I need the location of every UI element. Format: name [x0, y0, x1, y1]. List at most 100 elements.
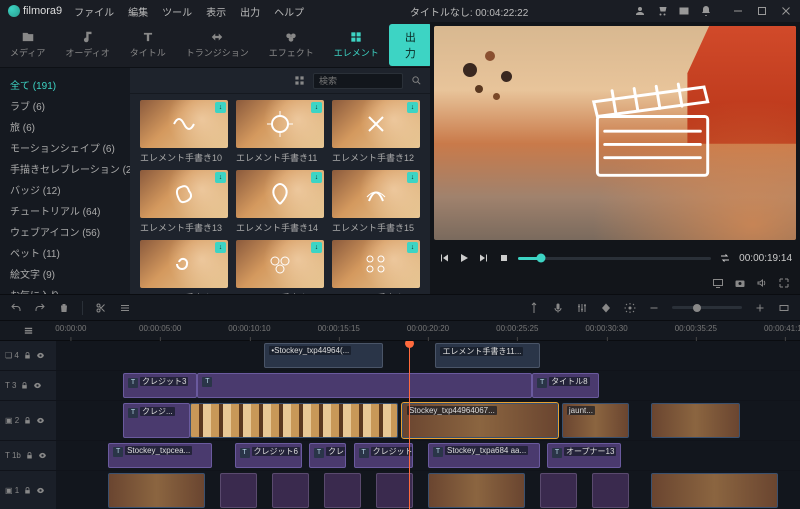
download-icon[interactable] — [215, 172, 226, 183]
sidebar-item[interactable]: バッジ (12) — [0, 179, 130, 200]
zoom-slider[interactable] — [672, 306, 742, 309]
loop-icon[interactable] — [719, 252, 731, 264]
download-icon[interactable] — [311, 172, 322, 183]
clip-title[interactable]: タイトル8 — [532, 373, 599, 398]
clip-trans[interactable] — [540, 473, 577, 508]
element-item[interactable]: エレメント手書き15 — [332, 170, 420, 234]
marker-icon[interactable] — [528, 302, 540, 314]
grid-view-icon[interactable] — [294, 75, 305, 86]
clip-trans[interactable] — [324, 473, 361, 508]
element-item[interactable]: エレメント手書き12 — [332, 100, 420, 164]
sidebar-all[interactable]: 全て (191) — [0, 74, 130, 95]
record-icon[interactable] — [552, 302, 564, 314]
clip-elem[interactable]: •Stockey_txp44964(... — [264, 343, 383, 368]
volume-icon[interactable] — [756, 277, 768, 289]
element-item[interactable]: エレメント手書き18 — [332, 240, 420, 294]
eye-icon[interactable] — [38, 451, 47, 460]
search-input[interactable] — [313, 73, 403, 89]
tab-audio[interactable]: オーディオ — [55, 22, 119, 67]
zoom-fit-icon[interactable] — [778, 302, 790, 314]
tab-transition[interactable]: トランジション — [176, 22, 259, 67]
clip-vid[interactable] — [651, 403, 740, 438]
close-icon[interactable] — [780, 5, 792, 17]
minimize-icon[interactable] — [732, 5, 744, 17]
track-body[interactable]: クレジ... Stockey_txp44964067...jaunt... — [56, 401, 800, 440]
mail-icon[interactable] — [678, 5, 690, 17]
settings-icon[interactable] — [624, 302, 636, 314]
menu-help[interactable]: ヘルプ — [274, 4, 304, 19]
clip-trans[interactable] — [592, 473, 629, 508]
lock-icon[interactable] — [23, 416, 32, 425]
next-icon[interactable] — [478, 252, 490, 264]
clip-trans[interactable] — [376, 473, 413, 508]
clip-title[interactable]: クレジット6 — [235, 443, 302, 468]
sidebar-item[interactable]: ラブ (6) — [0, 95, 130, 116]
clip-vid[interactable] — [108, 473, 205, 508]
tab-title[interactable]: タイトル — [120, 22, 176, 67]
sidebar-item[interactable]: チュートリアル (64) — [0, 200, 130, 221]
download-icon[interactable] — [215, 102, 226, 113]
eye-icon[interactable] — [36, 416, 45, 425]
track-header[interactable]: T 3 — [0, 371, 56, 400]
notify-icon[interactable] — [700, 5, 712, 17]
menu-output[interactable]: 出力 — [240, 4, 260, 19]
redo-icon[interactable] — [34, 302, 46, 314]
track-header[interactable]: T 1b — [0, 441, 56, 470]
element-item[interactable]: エレメント手書き11 — [236, 100, 324, 164]
sidebar-item[interactable]: ウェブアイコン (56) — [0, 221, 130, 242]
display-icon[interactable] — [712, 277, 724, 289]
clip-elem[interactable]: エレメント手書き11... — [435, 343, 539, 368]
element-item[interactable]: エレメント手書き17 — [236, 240, 324, 294]
lock-icon[interactable] — [23, 351, 32, 360]
export-button[interactable]: 出力 — [389, 24, 432, 66]
cart-icon[interactable] — [656, 5, 668, 17]
sidebar-item[interactable]: モーションシェイプ (6) — [0, 137, 130, 158]
play-icon[interactable] — [458, 252, 470, 264]
menu-edit[interactable]: 編集 — [128, 4, 148, 19]
tab-media[interactable]: メディア — [0, 22, 55, 67]
menu-tool[interactable]: ツール — [162, 4, 192, 19]
sidebar-item[interactable]: 絵文字 (9) — [0, 263, 130, 284]
zoom-out-icon[interactable] — [648, 302, 660, 314]
tab-element[interactable]: エレメント — [324, 22, 389, 67]
clip-vid[interactable]: jaunt... — [562, 403, 629, 438]
snapshot-icon[interactable] — [734, 277, 746, 289]
track-body[interactable]: クレジット3 タイトル8 — [56, 371, 800, 400]
fullscreen-icon[interactable] — [778, 277, 790, 289]
track-header[interactable]: ▣ 2 — [0, 401, 56, 440]
track-body[interactable]: Stockey_txpcea...クレジット6クレジクレジット2Stockey_… — [56, 441, 800, 470]
timeline-menu-icon[interactable] — [23, 325, 34, 336]
clip-vid[interactable] — [651, 473, 777, 508]
scrub-bar[interactable] — [518, 257, 711, 260]
clip-title[interactable]: Stockey_txpcea... — [108, 443, 212, 468]
account-icon[interactable] — [634, 5, 646, 17]
sidebar-item[interactable]: ペット (11) — [0, 242, 130, 263]
undo-icon[interactable] — [10, 302, 22, 314]
clip-vid[interactable]: Stockey_txp44964067... — [402, 403, 558, 438]
download-icon[interactable] — [407, 242, 418, 253]
clip-trans[interactable] — [220, 473, 257, 508]
clip-title[interactable]: クレジット2 — [354, 443, 414, 468]
clip-title[interactable]: オープナー13 — [547, 443, 621, 468]
element-item[interactable]: エレメント手書き14 — [236, 170, 324, 234]
sidebar-item[interactable]: 手描きセレブレーション (21) — [0, 158, 130, 179]
download-icon[interactable] — [311, 242, 322, 253]
element-item[interactable]: エレメント手書き16 — [140, 240, 228, 294]
eye-icon[interactable] — [36, 486, 45, 495]
maximize-icon[interactable] — [756, 5, 768, 17]
mixer-icon[interactable] — [576, 302, 588, 314]
clip-vid[interactable] — [428, 473, 525, 508]
tab-effect[interactable]: エフェクト — [259, 22, 324, 67]
eye-icon[interactable] — [36, 351, 45, 360]
clip-title[interactable]: クレジット3 — [123, 373, 197, 398]
element-item[interactable]: エレメント手書き10 — [140, 100, 228, 164]
search-icon[interactable] — [411, 75, 422, 86]
adjust-icon[interactable] — [119, 302, 131, 314]
keyframe-icon[interactable] — [600, 302, 612, 314]
download-icon[interactable] — [407, 102, 418, 113]
split-icon[interactable] — [95, 302, 107, 314]
clip-title[interactable]: クレジ — [309, 443, 346, 468]
clip-title[interactable]: クレジ... — [123, 403, 190, 438]
sidebar-item[interactable]: 旅 (6) — [0, 116, 130, 137]
menu-file[interactable]: ファイル — [74, 4, 114, 19]
